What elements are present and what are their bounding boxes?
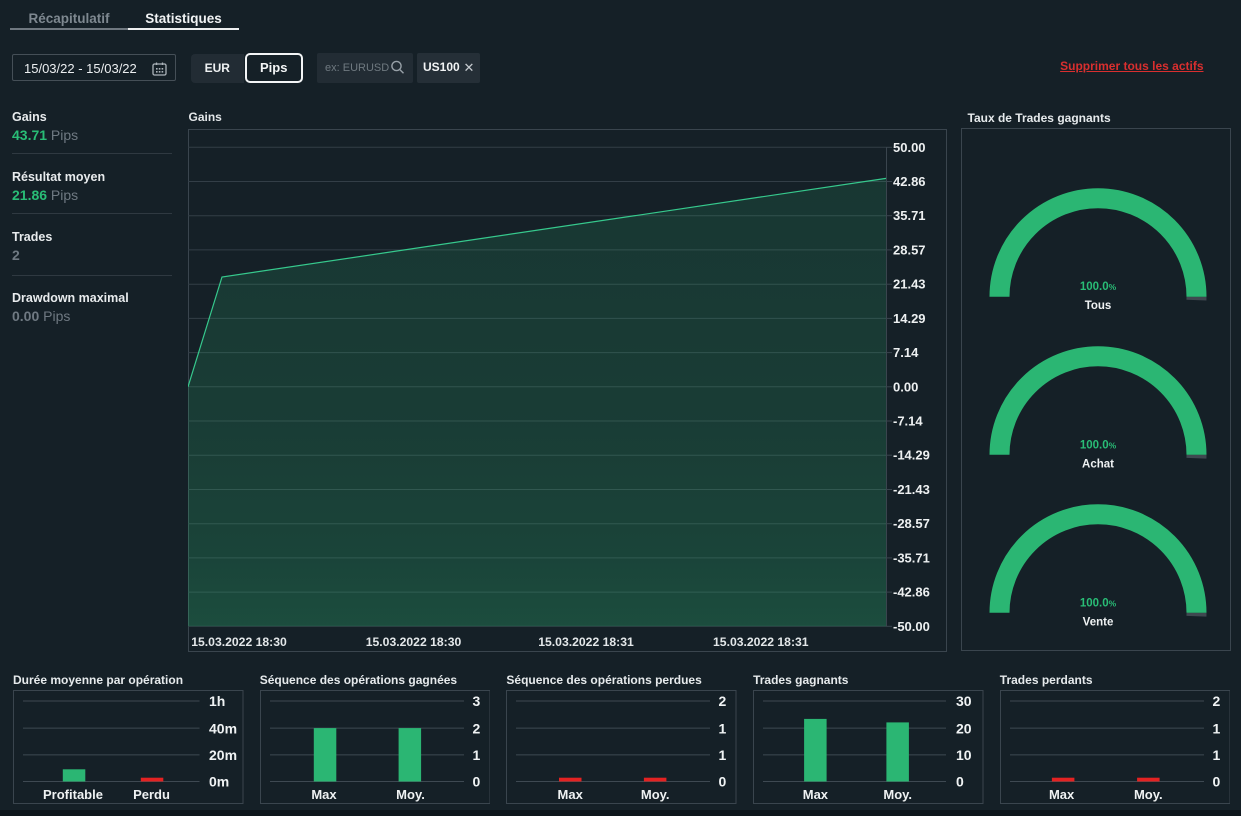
svg-text:0: 0 xyxy=(719,774,727,790)
svg-text:40m: 40m xyxy=(209,720,237,736)
svg-text:15.03.2022 18:31: 15.03.2022 18:31 xyxy=(713,635,809,649)
svg-text:42.86: 42.86 xyxy=(893,174,926,189)
svg-text:35.71: 35.71 xyxy=(893,208,926,223)
svg-text:-50.00: -50.00 xyxy=(893,618,930,633)
svg-text:3: 3 xyxy=(472,693,480,709)
svg-text:0.00: 0.00 xyxy=(893,379,918,394)
svg-text:50.00: 50.00 xyxy=(893,139,926,154)
svg-text:1: 1 xyxy=(1212,747,1220,763)
svg-text:1: 1 xyxy=(719,747,727,763)
svg-text:Profitable: Profitable xyxy=(43,787,103,802)
svg-text:20m: 20m xyxy=(209,747,237,763)
svg-text:14.29: 14.29 xyxy=(893,310,926,325)
svg-text:30: 30 xyxy=(956,693,972,709)
svg-text:-28.57: -28.57 xyxy=(893,516,930,531)
svg-text:15.03.2022 18:30: 15.03.2022 18:30 xyxy=(366,635,462,649)
svg-text:-35.71: -35.71 xyxy=(893,550,930,565)
svg-text:2: 2 xyxy=(472,720,480,736)
svg-text:Moy.: Moy. xyxy=(641,787,670,802)
svg-text:100.0%: 100.0% xyxy=(1080,281,1117,293)
svg-text:0m: 0m xyxy=(209,774,229,790)
svg-text:2: 2 xyxy=(1212,693,1220,709)
svg-text:15.03.2022 18:30: 15.03.2022 18:30 xyxy=(191,635,287,649)
svg-text:1h: 1h xyxy=(209,693,225,709)
svg-text:1: 1 xyxy=(719,720,727,736)
svg-text:Moy.: Moy. xyxy=(1134,787,1163,802)
svg-text:-42.86: -42.86 xyxy=(893,584,930,599)
svg-text:Perdu: Perdu xyxy=(133,787,170,802)
svg-text:Moy.: Moy. xyxy=(883,787,912,802)
svg-text:0: 0 xyxy=(472,774,480,790)
svg-text:Max: Max xyxy=(311,787,337,802)
svg-text:1: 1 xyxy=(472,747,480,763)
svg-text:Max: Max xyxy=(558,787,584,802)
svg-text:0: 0 xyxy=(956,774,964,790)
svg-text:Max: Max xyxy=(1049,787,1075,802)
svg-text:100.0%: 100.0% xyxy=(1080,439,1117,451)
svg-text:2: 2 xyxy=(719,693,727,709)
svg-text:-7.14: -7.14 xyxy=(893,413,923,428)
svg-text:Vente: Vente xyxy=(1083,616,1114,628)
svg-text:7.14: 7.14 xyxy=(893,345,919,360)
svg-text:15.03.2022 18:31: 15.03.2022 18:31 xyxy=(538,635,634,649)
svg-text:-21.43: -21.43 xyxy=(893,482,930,497)
svg-text:0: 0 xyxy=(1212,774,1220,790)
svg-text:Tous: Tous xyxy=(1085,300,1112,312)
svg-text:20: 20 xyxy=(956,720,972,736)
svg-text:100.0%: 100.0% xyxy=(1080,597,1117,609)
svg-text:1: 1 xyxy=(1212,720,1220,736)
svg-text:10: 10 xyxy=(956,747,972,763)
svg-text:-14.29: -14.29 xyxy=(893,447,930,462)
svg-text:Moy.: Moy. xyxy=(396,787,425,802)
svg-text:28.57: 28.57 xyxy=(893,242,926,257)
svg-text:21.43: 21.43 xyxy=(893,276,926,291)
svg-text:Achat: Achat xyxy=(1082,458,1114,470)
svg-text:Max: Max xyxy=(803,787,829,802)
